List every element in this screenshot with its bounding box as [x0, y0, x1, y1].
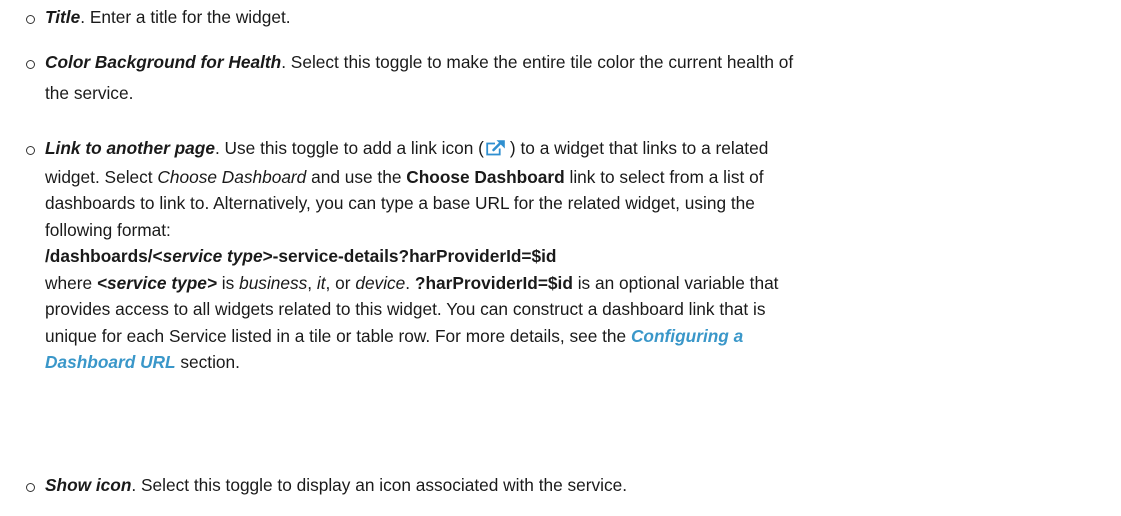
- text-segment: ,: [307, 272, 317, 293]
- bullet-icon: [26, 146, 35, 155]
- choose-dashboard-link-label: Choose Dashboard: [406, 166, 565, 187]
- url-format: /dashboards/<service type>-service-detai…: [45, 243, 1105, 270]
- description-color-background-line1: . Select this toggle to make the entire …: [281, 52, 794, 72]
- text-segment: is: [216, 272, 240, 293]
- bullet-icon: [26, 483, 35, 492]
- url-segment: /dashboards/<: [45, 246, 163, 266]
- text-segment: link to select from a list of: [564, 166, 764, 187]
- text-line: provides access to all widgets related t…: [45, 299, 766, 319]
- term-show-icon: Show icon: [45, 475, 132, 495]
- text-segment: widget. Select: [45, 166, 158, 187]
- description-title: . Enter a title for the widget.: [80, 7, 291, 27]
- text-segment: unique for each Service listed in a tile…: [45, 325, 631, 346]
- document-page: Title. Enter a title for the widget. Col…: [0, 0, 1121, 516]
- configuring-dashboard-url-link[interactable]: Dashboard URL: [45, 352, 176, 372]
- text-segment: . Use this toggle to add a link icon (: [214, 138, 484, 158]
- url-placeholder: service type: [162, 246, 263, 266]
- bullet-icon: [26, 15, 35, 24]
- list-item-title: Title. Enter a title for the widget.: [45, 4, 1105, 31]
- text-line: dashboards to link to. Alternatively, yo…: [45, 193, 755, 213]
- external-link-icon: [486, 137, 506, 164]
- text-segment: is an optional variable that: [572, 272, 779, 293]
- service-type-placeholder: <service type>: [96, 272, 217, 293]
- option-it: it: [316, 272, 326, 293]
- term-link-to-another-page: Link to another page: [45, 138, 215, 158]
- text-line: following format:: [45, 219, 171, 240]
- text-segment: and use the: [306, 166, 407, 187]
- text-segment: where: [45, 272, 97, 293]
- term-color-background: Color Background for Health: [45, 52, 282, 72]
- description-color-background-line2: the service.: [45, 82, 134, 103]
- configuring-dashboard-url-link[interactable]: Configuring a: [631, 326, 743, 346]
- term-title: Title: [45, 7, 81, 27]
- list-item-link-to-another-page: Link to another page. Use this toggle to…: [45, 135, 1105, 376]
- list-item-color-background: Color Background for Health. Select this…: [45, 49, 1105, 106]
- bullet-icon: [26, 60, 35, 69]
- choose-dashboard-italic: Choose Dashboard: [157, 166, 307, 187]
- option-device: device: [355, 272, 406, 293]
- text-segment: .: [405, 272, 415, 293]
- url-segment: >-service-details?harProviderId=$id: [262, 246, 557, 266]
- provider-id-variable: ?harProviderId=$id: [414, 272, 573, 293]
- text-segment: ) to a widget that links to a related: [509, 138, 769, 158]
- list-item-show-icon: Show icon. Select this toggle to display…: [45, 472, 1105, 499]
- text-segment: , or: [325, 272, 356, 293]
- option-business: business: [239, 272, 308, 293]
- description-show-icon: . Select this toggle to display an icon …: [131, 475, 628, 495]
- text-segment: section.: [175, 352, 240, 372]
